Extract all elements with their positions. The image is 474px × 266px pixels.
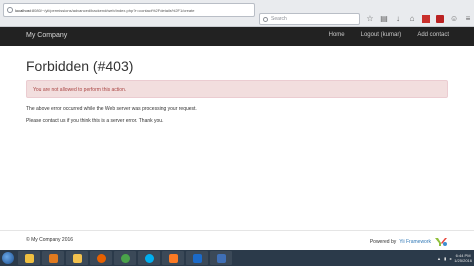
taskbar-apps: [18, 251, 232, 265]
footer-copyright: © My Company 2016: [26, 237, 74, 243]
tray-clock[interactable]: 6:44 PM 1/25/2016: [454, 253, 472, 263]
windows-taskbar: ▲ ▮ ◂ 6:44 PM 1/25/2016: [0, 250, 474, 266]
taskbar-app-media[interactable]: [42, 251, 64, 265]
yii-link[interactable]: Yii Framework: [399, 239, 431, 245]
netbeans-icon: [192, 253, 202, 263]
star-icon[interactable]: ☆: [366, 15, 374, 23]
site-info-icon[interactable]: [7, 7, 13, 13]
tray-date: 1/25/2016: [454, 258, 472, 263]
nav-home[interactable]: Home: [329, 32, 345, 38]
main-content: Forbidden (#403) You are not allowed to …: [26, 58, 448, 124]
taskbar-app-chrome[interactable]: [114, 251, 136, 265]
nav-logout[interactable]: Logout (kumar): [361, 32, 402, 38]
xampp-icon: [168, 253, 178, 263]
site-navbar: My Company Home Logout (kumar) Add conta…: [0, 27, 474, 46]
addon-red2-icon[interactable]: [436, 15, 444, 23]
explorer-icon: [24, 253, 34, 263]
search-placeholder: Search: [271, 16, 287, 22]
taskbar-app-xampp[interactable]: [162, 251, 184, 265]
addon-red-icon[interactable]: [422, 15, 430, 23]
search-icon: [263, 16, 268, 22]
volume-icon[interactable]: ◂: [449, 256, 451, 261]
url-host: localhost: [15, 7, 31, 13]
skype-icon: [144, 253, 154, 263]
url-path: :8080/~/yii/permissions/advanced/backend…: [30, 7, 195, 13]
taskbar-app-folder[interactable]: [66, 251, 88, 265]
browser-toolbar-icons: ☆ ▤ ↓ ⌂ ☺ ≡: [366, 13, 472, 25]
error-paragraph-1: The above error occurred while the Web s…: [26, 106, 197, 112]
search-input[interactable]: Search: [259, 13, 360, 25]
yii-logo-icon: [435, 238, 447, 246]
home-icon[interactable]: ⌂: [408, 15, 416, 23]
taskbar-app-virtualbox[interactable]: [210, 251, 232, 265]
address-bar[interactable]: localhost:8080/~/yii/permissions/advance…: [3, 3, 255, 17]
footer-divider: [0, 230, 474, 231]
media-player-icon: [48, 253, 58, 263]
start-button[interactable]: [2, 252, 14, 264]
nav-add-contact[interactable]: Add contact: [417, 32, 449, 38]
system-tray: ▲ ▮ ◂ 6:44 PM 1/25/2016: [437, 251, 472, 265]
tray-arrow-icon[interactable]: ▲: [437, 256, 441, 261]
error-paragraph-2: Please contact us if you think this is a…: [26, 118, 164, 124]
folder-icon: [72, 253, 82, 263]
downloads-icon[interactable]: ↓: [394, 15, 402, 23]
bookmarks-icon[interactable]: ▤: [380, 15, 388, 23]
taskbar-app-netbeans[interactable]: [186, 251, 208, 265]
virtualbox-icon: [216, 253, 226, 263]
menu-icon[interactable]: ≡: [464, 15, 472, 23]
taskbar-app-firefox[interactable]: [90, 251, 112, 265]
browser-toolbar: localhost:8080/~/yii/permissions/advance…: [0, 0, 474, 27]
page-title: Forbidden (#403): [26, 58, 134, 74]
taskbar-app-skype[interactable]: [138, 251, 160, 265]
brand-link[interactable]: My Company: [26, 32, 67, 39]
powered-by-label: Powered by: [369, 239, 397, 245]
nav-links: Home Logout (kumar) Add contact: [313, 32, 449, 38]
network-icon[interactable]: ▮: [444, 256, 446, 261]
footer-powered: Powered by Yii Framework: [370, 237, 448, 247]
error-alert: You are not allowed to perform this acti…: [26, 80, 448, 98]
taskbar-app-explorer[interactable]: [18, 251, 40, 265]
firefox-icon: [96, 253, 106, 263]
chrome-icon: [120, 253, 130, 263]
smiley-icon[interactable]: ☺: [450, 15, 458, 23]
